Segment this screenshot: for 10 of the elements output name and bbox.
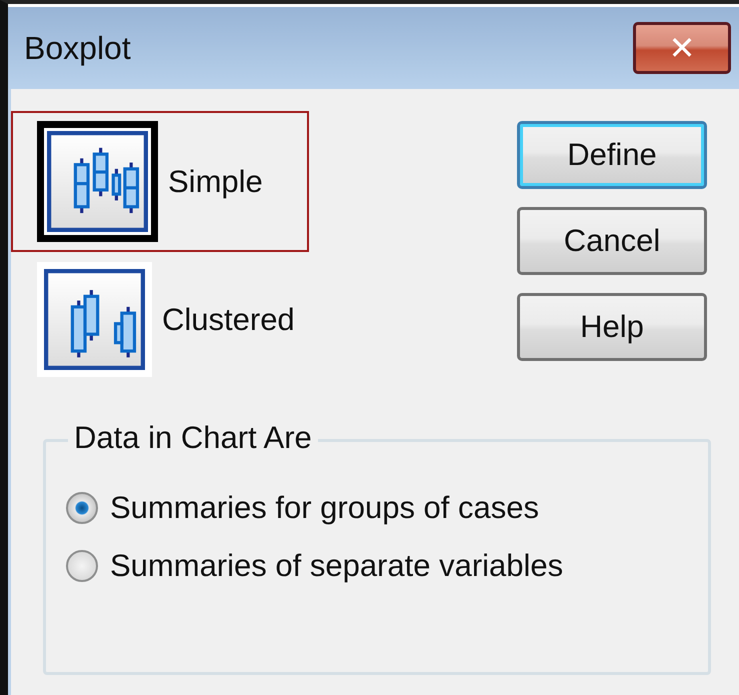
radio-option[interactable]: Summaries of separate variables [66, 548, 684, 584]
dialog-button[interactable]: Cancel [517, 207, 707, 275]
window-title: Boxplot [24, 30, 131, 66]
chart-type-item[interactable]: Clustered [11, 252, 309, 387]
chart-type-item[interactable]: Simple [11, 111, 309, 252]
dialog-button[interactable]: Define [517, 121, 707, 189]
clustered-boxplot-icon [44, 269, 145, 370]
dialog-button[interactable]: Help [517, 293, 707, 361]
radio-option[interactable]: Summaries for groups of cases [66, 490, 684, 526]
simple-boxplot-icon [47, 131, 148, 232]
